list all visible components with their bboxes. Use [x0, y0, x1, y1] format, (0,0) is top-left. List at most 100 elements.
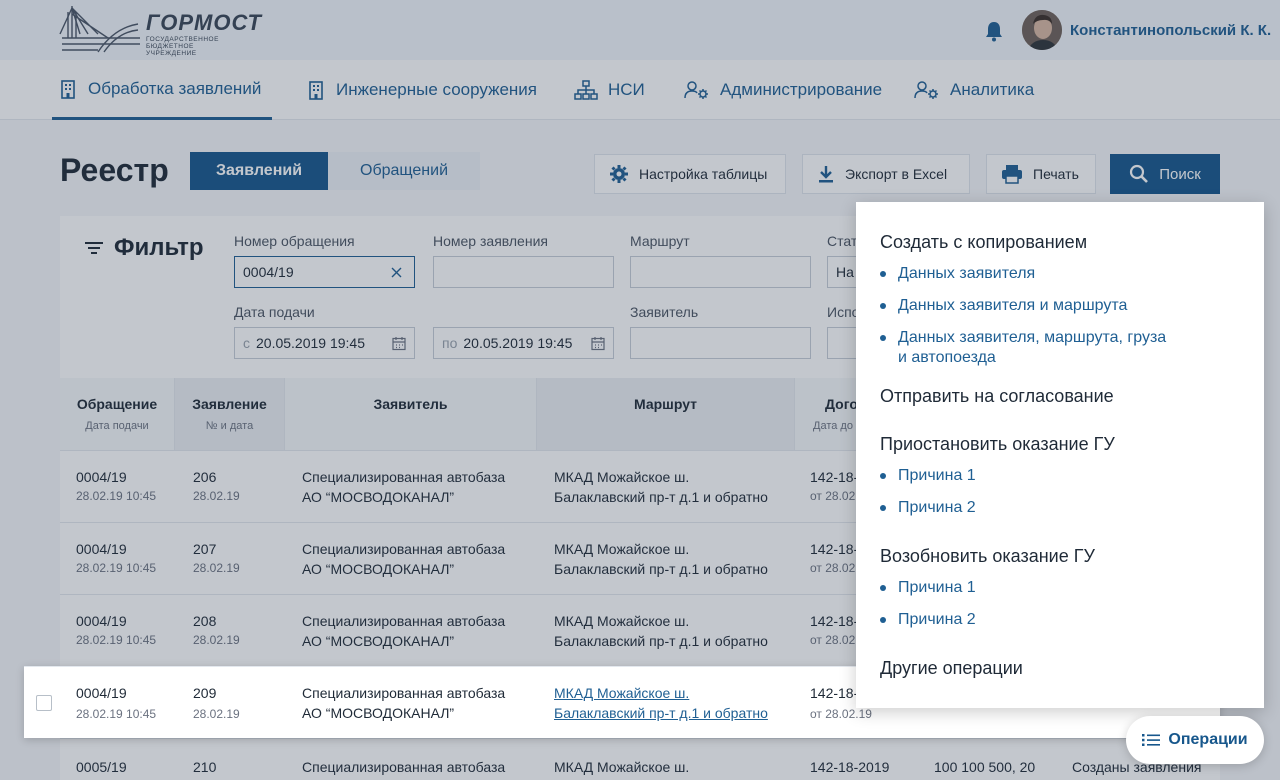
header-route[interactable]: Маршрут	[537, 378, 795, 450]
resume-reason-2[interactable]: Причина 2	[880, 610, 976, 630]
bell-icon[interactable]	[984, 20, 1004, 42]
application-date: 28.02.19	[193, 561, 240, 575]
application-number: 209	[193, 685, 217, 701]
bullet	[880, 335, 886, 341]
search-label: Поиск	[1159, 165, 1201, 183]
route-label: Маршрут	[630, 233, 690, 249]
route-link-line2[interactable]: Балаклавский пр-т д.1 и обратно	[554, 705, 768, 721]
send-approval-item[interactable]: Отправить на согласование	[880, 386, 1114, 407]
route-line1: МКАД Можайское ш.	[554, 759, 690, 775]
resume-reason-1[interactable]: Причина 1	[880, 578, 976, 598]
status-value: На	[836, 264, 854, 280]
date-from-prefix: с	[243, 335, 250, 351]
header-appeal[interactable]: Обращение Дата подачи	[60, 378, 175, 450]
clear-icon[interactable]	[391, 267, 402, 278]
calendar-icon[interactable]	[392, 336, 406, 351]
status-label: Стат	[827, 233, 858, 249]
filter-title-label: Фильтр	[114, 234, 204, 261]
list-icon	[1142, 734, 1161, 746]
header-application[interactable]: Заявление № и дата	[175, 378, 285, 450]
avatar[interactable]	[1022, 10, 1062, 50]
route-line2: Балаклавский пр-т д.1 и обратно	[554, 489, 768, 505]
header-contract-title: Дого	[825, 396, 858, 412]
nav-label-nsi: НСИ	[608, 80, 645, 99]
nav-item-nsi[interactable]: НСИ	[574, 60, 645, 120]
copy-applicant-item[interactable]: Данных заявителя	[880, 264, 1035, 284]
calendar-icon[interactable]	[591, 336, 605, 351]
nav-item-applications[interactable]: Обработка заявлений	[52, 60, 272, 120]
appeal-date: 28.02.19 10:45	[76, 633, 157, 647]
filter-title[interactable]: Фильтр	[84, 234, 204, 262]
appeal-date: 28.02.19 10:45	[76, 561, 157, 575]
export-excel-button[interactable]: Экспорт в Excel	[802, 154, 970, 194]
application-number: 207	[193, 541, 217, 557]
copy-full-line1: Данных заявителя, маршрута, груза	[898, 329, 1167, 346]
suspend-reason-1[interactable]: Причина 1	[880, 466, 976, 486]
copy-applicant-route-item[interactable]: Данных заявителя и маршрута	[880, 296, 1127, 316]
applicant-input[interactable]	[630, 327, 811, 359]
bullet	[880, 473, 886, 479]
header-route-title: Маршрут	[633, 396, 698, 412]
tab-appeals[interactable]: Обращений	[328, 152, 480, 190]
appeal-no-input[interactable]: 0004/19	[234, 256, 415, 288]
application-number: 206	[193, 469, 217, 485]
nav-label-structures: Инженерные сооружения	[336, 80, 537, 99]
route-line2: Балаклавский пр-т д.1 и обратно	[554, 561, 768, 577]
applicant-line1: Специализированная автобаза	[302, 685, 506, 701]
gormost-logo[interactable]: ГОРМОСТ ГОСУДАРСТВЕННОЕ БЮДЖЕТНОЕ УЧРЕЖД…	[58, 4, 261, 58]
suspend-section-title: Приостановить оказание ГУ	[880, 434, 1115, 454]
print-button[interactable]: Печать	[986, 154, 1096, 194]
suspend-reason-2-label: Причина 2	[898, 499, 976, 516]
other-operations-item[interactable]: Другие операции	[880, 658, 1023, 679]
header-applicant-title: Заявитель	[373, 396, 448, 412]
route-line1: МКАД Можайское ш.	[554, 469, 690, 485]
route-input[interactable]	[630, 256, 811, 288]
contract-date: от 28.02.19	[810, 707, 872, 721]
resume-reason-2-label: Причина 2	[898, 611, 976, 628]
route-line1: МКАД Можайское ш.	[554, 541, 690, 557]
copy-full-line2: и автопоезда	[898, 349, 996, 366]
suspend-reason-2[interactable]: Причина 2	[880, 498, 976, 518]
gear-icon	[610, 165, 628, 183]
download-icon	[819, 166, 833, 183]
application-no-input[interactable]	[433, 256, 614, 288]
date-to-prefix: по	[442, 335, 458, 351]
copy-full-label: Данных заявителя, маршрута, груза и автоп…	[898, 328, 1166, 368]
table-settings-button[interactable]: Настройка таблицы	[594, 154, 786, 194]
header-application-sub: № и дата	[205, 420, 254, 432]
applicant-label: Заявитель	[630, 304, 699, 320]
search-button[interactable]: Поиск	[1110, 154, 1220, 194]
contract-number: 142-18-2019	[810, 759, 890, 775]
header-applicant[interactable]: Заявитель	[285, 378, 537, 450]
appeal-number: 0005/19	[76, 759, 127, 775]
table-settings-label: Настройка таблицы	[639, 166, 768, 182]
row-checkbox[interactable]	[36, 695, 52, 711]
users-gear-icon	[914, 81, 938, 99]
user-name[interactable]: Константинопольский К. К.	[1070, 22, 1271, 39]
appeal-date: 28.02.19 10:45	[76, 707, 157, 721]
copy-full-item[interactable]: Данных заявителя, маршрута, груза и автоп…	[880, 328, 1166, 368]
building-icon	[61, 79, 75, 99]
route-link-line1[interactable]: МКАД Можайское ш.	[554, 685, 689, 701]
bullet	[880, 617, 886, 623]
logo-title: ГОРМОСТ	[146, 10, 262, 35]
table-row[interactable]: 0005/19 210 Специализированная автобаза …	[60, 738, 1220, 780]
nav-item-analytics[interactable]: Аналитика	[914, 60, 1034, 120]
hierarchy-icon	[574, 80, 598, 100]
appeal-no-label: Номер обращения	[234, 233, 355, 249]
applicant-line2: АО “МОСВОДОКАНАЛ”	[302, 561, 455, 577]
appeal-number: 0004/19	[76, 469, 127, 485]
nav-label-applications: Обработка заявлений	[88, 78, 262, 98]
applicant-line1: Специализированная автобаза	[302, 469, 506, 485]
copy-applicant-label: Данных заявителя	[898, 265, 1036, 282]
date-from-input[interactable]: с 20.05.2019 19:45	[234, 327, 415, 359]
bullet	[880, 303, 886, 309]
print-label: Печать	[1033, 166, 1079, 182]
header-contract-sub: Дата до	[813, 420, 853, 432]
operations-button[interactable]: Операции	[1126, 716, 1264, 764]
tab-applications[interactable]: Заявлений	[190, 152, 328, 190]
date-to-input[interactable]: по 20.05.2019 19:45	[433, 327, 614, 359]
nav-item-structures[interactable]: Инженерные сооружения	[306, 60, 537, 120]
nav-item-admin[interactable]: Администрирование	[684, 60, 882, 120]
nav-label-admin: Администрирование	[720, 80, 883, 99]
